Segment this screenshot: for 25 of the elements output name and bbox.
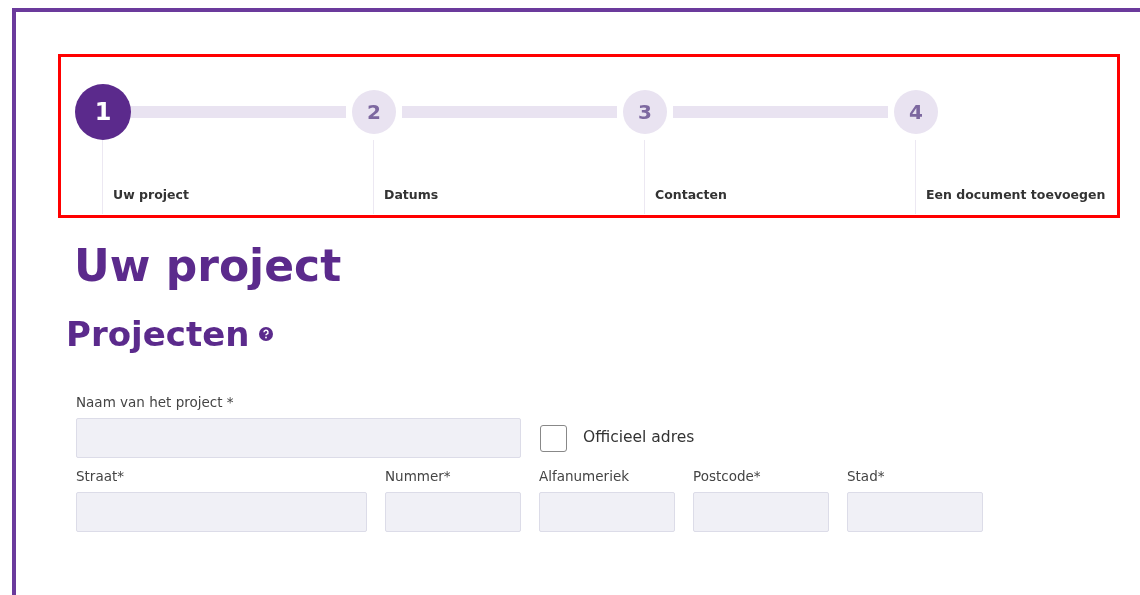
checkbox[interactable] (540, 424, 567, 452)
field-label: Naam van het project * (76, 392, 235, 412)
input-field[interactable] (693, 492, 829, 533)
field-label: Alfanumeriek (539, 467, 630, 487)
step-circle[interactable]: 3 (623, 90, 667, 134)
field-label: Postcode* (693, 467, 762, 487)
step-label[interactable]: Datums (384, 187, 439, 202)
field-label: Nummer* (385, 467, 452, 487)
input-field[interactable] (385, 492, 521, 533)
step-circle[interactable]: 1 (75, 84, 131, 140)
field-label: Stad* (847, 467, 886, 487)
step-circle[interactable]: 2 (352, 90, 396, 134)
checkbox-label: Officieel adres (583, 427, 695, 449)
page-title: Uw project (74, 240, 343, 293)
step-circle[interactable]: 4 (894, 90, 938, 134)
input-field[interactable] (76, 492, 367, 533)
section-title: Projecten (66, 312, 250, 356)
step-label[interactable]: Contacten (655, 187, 727, 202)
input-field[interactable] (76, 418, 521, 459)
step-label[interactable]: Uw project (113, 187, 189, 202)
field-label: Straat* (76, 467, 125, 487)
help-icon[interactable] (259, 327, 274, 342)
step-label[interactable]: Een document toevoegen (926, 187, 1106, 202)
input-field[interactable] (847, 492, 983, 533)
input-field[interactable] (539, 492, 675, 533)
